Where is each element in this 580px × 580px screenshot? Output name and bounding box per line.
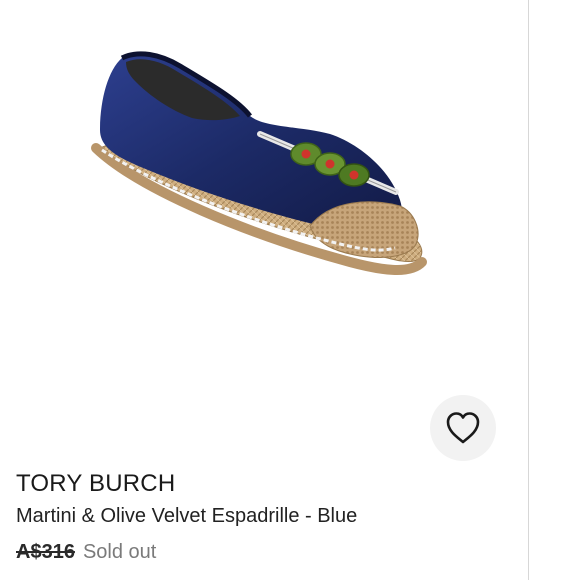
- column-divider: [528, 0, 529, 580]
- product-price: A$316: [16, 541, 75, 563]
- listing-page: TORY BURCH Martini & Olive Velvet Espadr…: [0, 0, 580, 580]
- product-title[interactable]: Martini & Olive Velvet Espadrille - Blue: [16, 505, 357, 528]
- product-image[interactable]: [60, 30, 460, 290]
- shoe-image: [91, 51, 427, 275]
- product-brand: TORY BURCH: [16, 470, 176, 497]
- heart-icon: [446, 412, 480, 444]
- product-card[interactable]: TORY BURCH Martini & Olive Velvet Espadr…: [0, 0, 528, 580]
- favorite-button[interactable]: [430, 395, 496, 461]
- price-row: A$316 Sold out: [16, 541, 156, 564]
- sold-out-status: Sold out: [82, 541, 157, 563]
